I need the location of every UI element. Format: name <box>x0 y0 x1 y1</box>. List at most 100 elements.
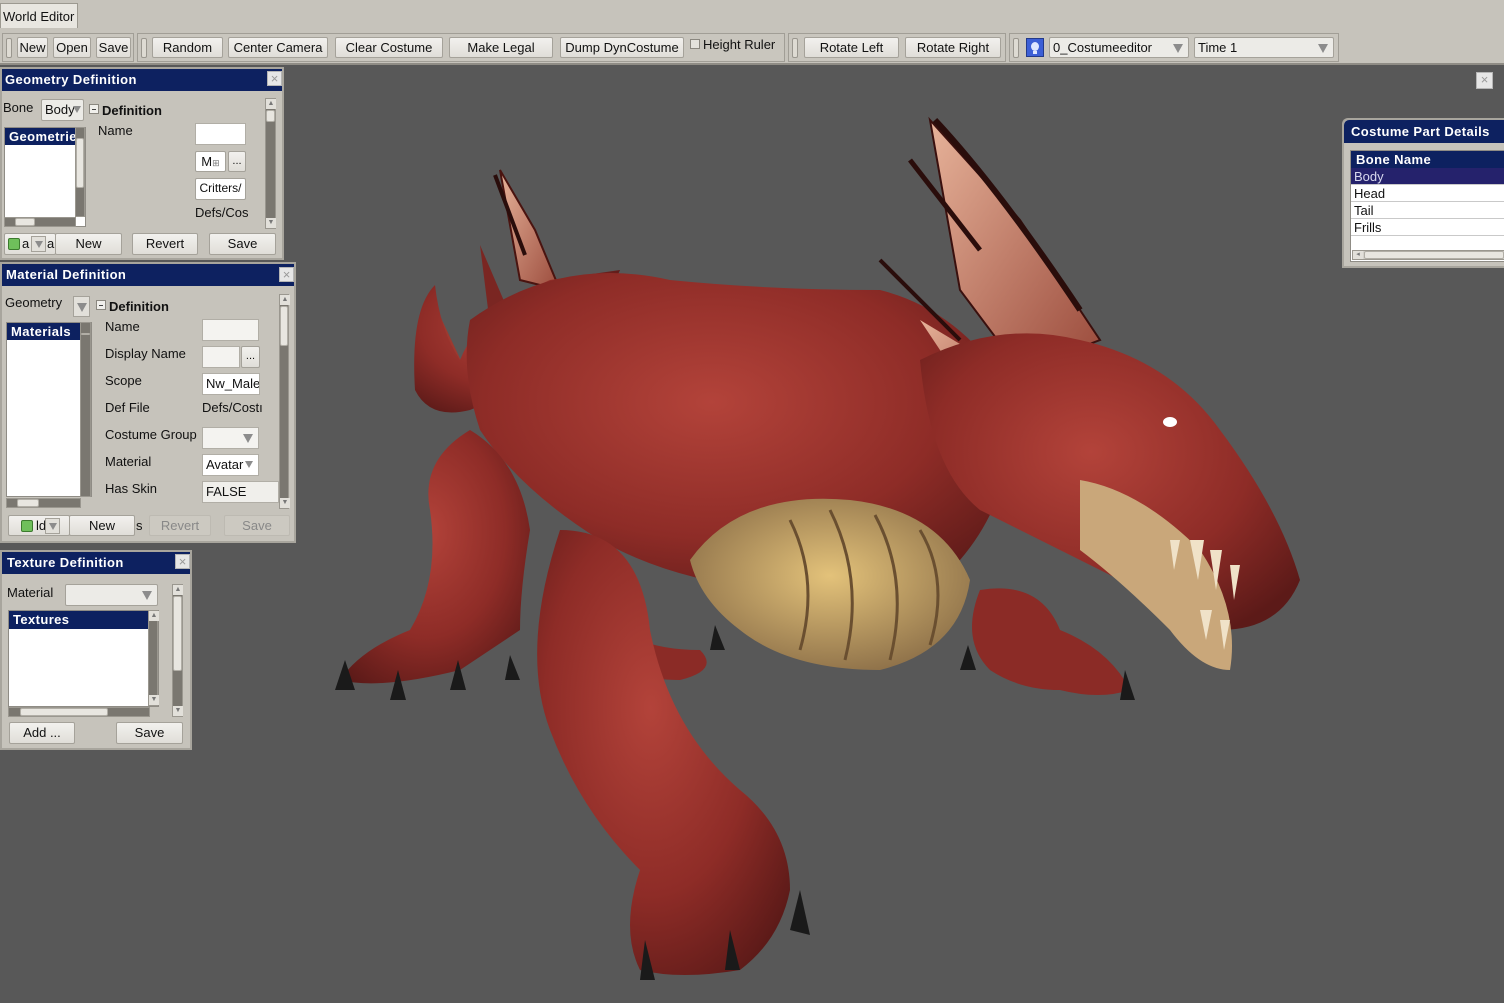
dump-dyncostume-button[interactable]: Dump DynCostume <box>560 37 684 58</box>
plus-icon: ⊞ <box>212 158 220 168</box>
file-toolbar: New Open Save <box>2 33 134 62</box>
textures-list[interactable]: Textures <box>8 610 159 707</box>
make-legal-button[interactable]: Make Legal <box>449 37 553 58</box>
rotate-right-button[interactable]: Rotate Right <box>905 37 1001 58</box>
lock-icon[interactable] <box>8 238 20 250</box>
geometries-vscroll[interactable] <box>75 127 85 217</box>
bone-table-hscroll[interactable]: ◂ <box>1352 250 1504 260</box>
dragon-right-foot <box>972 588 1130 695</box>
footer-a-label: a <box>22 236 30 251</box>
panel-title[interactable]: Material Definition <box>2 264 294 286</box>
materials-hscroll[interactable] <box>6 498 81 508</box>
material-select-value: Avatar <box>206 457 244 472</box>
toolbar-grip[interactable] <box>792 38 798 58</box>
path-button[interactable]: Critters/ <box>195 178 246 200</box>
lightbulb-icon[interactable] <box>1026 38 1044 57</box>
top-bar: World Editor New Open Save Random Center… <box>0 0 1504 65</box>
texture-definition-panel: Texture Definition × Material Textures ▲… <box>0 550 192 750</box>
geometry-select[interactable] <box>73 296 90 317</box>
actions-toolbar: Random Center Camera Clear Costume Make … <box>137 33 785 62</box>
clear-costume-button[interactable]: Clear Costume <box>335 37 443 58</box>
textures-hscroll[interactable] <box>8 707 150 717</box>
chevron-down-icon <box>49 523 57 530</box>
collapse-icon[interactable] <box>96 300 106 310</box>
material-select[interactable] <box>65 584 158 606</box>
material-add-button[interactable]: M⊞ <box>195 151 226 172</box>
new-button[interactable]: New <box>17 37 48 58</box>
height-ruler-checkbox[interactable] <box>690 39 700 49</box>
open-button[interactable]: Open <box>53 37 91 58</box>
bone-row-head[interactable]: Head <box>1351 185 1504 202</box>
ellipsis-button[interactable]: ... <box>228 151 246 172</box>
scope-input[interactable]: Nw_Male <box>202 373 260 395</box>
lock-filter-group[interactable]: ld <box>8 515 70 536</box>
center-camera-button[interactable]: Center Camera <box>228 37 328 58</box>
name-label: Name <box>105 319 140 334</box>
has-skin-select[interactable]: FALSE <box>202 481 279 503</box>
bone-name-table[interactable]: Bone Name Body Head Tail Frills <box>1350 150 1504 262</box>
ellipsis-button[interactable]: ... <box>241 346 260 368</box>
revert-button[interactable]: Revert <box>149 515 211 536</box>
toolbar-grip[interactable] <box>141 38 147 58</box>
chevron-down-icon <box>245 461 253 468</box>
close-icon[interactable]: × <box>267 71 282 86</box>
close-icon[interactable]: × <box>175 554 190 569</box>
definition-scrollbar[interactable]: ▲ ▼ <box>279 294 290 509</box>
bone-row-tail[interactable]: Tail <box>1351 202 1504 219</box>
panel-title[interactable]: Geometry Definition <box>2 69 282 91</box>
world-editor-tab[interactable]: World Editor <box>0 3 79 28</box>
material-label: Material <box>105 454 152 469</box>
viewport-close-icon[interactable]: × <box>1476 72 1493 89</box>
revert-button[interactable]: Revert <box>132 233 198 255</box>
filter-dropdown[interactable] <box>31 236 46 252</box>
costume-part-details-panel: Costume Part Details Bone Name Body Head… <box>1342 118 1504 268</box>
save-geometry-button[interactable]: Save <box>209 233 276 255</box>
random-button[interactable]: Random <box>152 37 223 58</box>
def-file-label: Def File <box>105 400 150 415</box>
dragon-eye <box>1163 417 1177 427</box>
geometries-hscroll[interactable] <box>4 217 76 227</box>
dragon-hind-leg <box>340 430 530 684</box>
materials-vscroll[interactable] <box>80 322 91 497</box>
time-select[interactable]: Time 1 <box>1194 37 1334 58</box>
lock-icon[interactable] <box>21 520 33 532</box>
bone-name-column-header[interactable]: Bone Name <box>1351 151 1504 168</box>
geometries-list[interactable]: Geometries <box>4 127 86 227</box>
name-input[interactable] <box>202 319 259 341</box>
toolbar-grip[interactable] <box>6 38 12 58</box>
chevron-down-icon <box>73 106 81 113</box>
save-material-button[interactable]: Save <box>224 515 290 536</box>
scope-label: Scope <box>105 373 142 388</box>
material-label: Material <box>7 585 54 600</box>
new-geometry-button[interactable]: New <box>55 233 122 255</box>
chevron-down-icon <box>243 434 253 443</box>
definition-scrollbar[interactable]: ▲ ▼ <box>265 98 276 229</box>
collapse-icon[interactable] <box>89 104 99 114</box>
costume-select[interactable]: 0_Costumeeditor <box>1049 37 1189 58</box>
toolbar-grip[interactable] <box>1013 38 1019 58</box>
add-texture-button[interactable]: Add ... <box>9 722 75 744</box>
name-input[interactable] <box>195 123 246 145</box>
panel-vscroll[interactable]: ▲ ▼ <box>172 584 183 717</box>
costume-group-select[interactable] <box>202 427 259 449</box>
save-texture-button[interactable]: Save <box>116 722 183 744</box>
materials-list-header: Materials <box>7 323 91 340</box>
close-icon[interactable]: × <box>279 267 294 282</box>
bone-row-frills[interactable]: Frills <box>1351 219 1504 236</box>
new-material-button[interactable]: New <box>69 515 135 536</box>
display-name-input[interactable] <box>202 346 240 368</box>
save-button[interactable]: Save <box>96 37 131 58</box>
bone-row-body[interactable]: Body <box>1351 168 1504 185</box>
filter-dropdown[interactable] <box>45 518 60 534</box>
name-label: Name <box>98 123 133 138</box>
chevron-down-icon <box>142 591 152 600</box>
panel-title[interactable]: Texture Definition <box>2 552 190 574</box>
lock-filter-group[interactable]: a al <box>4 233 57 255</box>
bone-select[interactable]: Body <box>41 99 84 121</box>
rotate-left-button[interactable]: Rotate Left <box>804 37 899 58</box>
panel-title[interactable]: Costume Part Details <box>1344 120 1504 143</box>
scene-toolbar: 0_Costumeeditor Time 1 <box>1009 33 1339 62</box>
textures-vscroll[interactable]: ▲ ▼ <box>148 610 159 706</box>
material-select[interactable]: Avatar <box>202 454 259 476</box>
definition-section-label: Definition <box>109 299 169 314</box>
